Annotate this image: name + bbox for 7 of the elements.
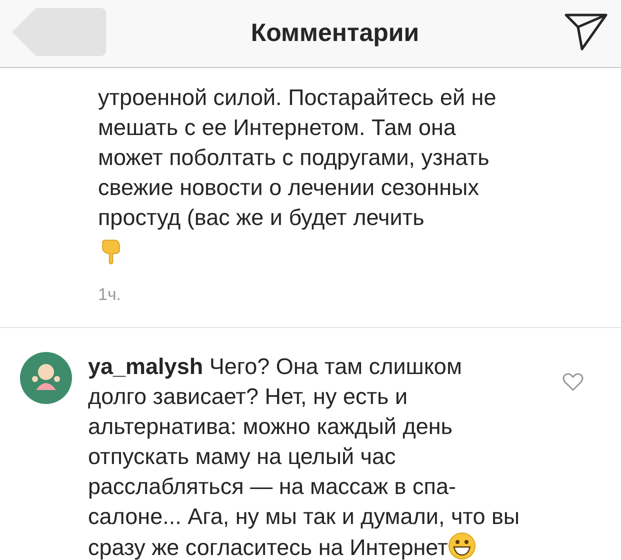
like-heart-icon[interactable]: [562, 372, 584, 392]
send-icon[interactable]: [564, 12, 608, 50]
screen-title: Комментарии: [250, 19, 420, 48]
comment-time: 1ч.: [98, 285, 122, 305]
avatar[interactable]: [20, 352, 72, 404]
comment-text: ya_malysh Чего? Она там слишком долго зависает? Нет, ну есть и альтернатива: можно каждый день отпускать маму на целый час расслабляться — на массаж в спа-салоне... Ага, ну мы так и думали, что вы сразу же согласитесь на Интернет: [88, 353, 521, 560]
comment-text: утроенной силой. Постарайтесь ей не мешать с ее Интернетом. Там она может поболтать с подругами, узнать свежие новости о лечении сезонных простуд (вас же и будет лечить: [98, 84, 498, 232]
